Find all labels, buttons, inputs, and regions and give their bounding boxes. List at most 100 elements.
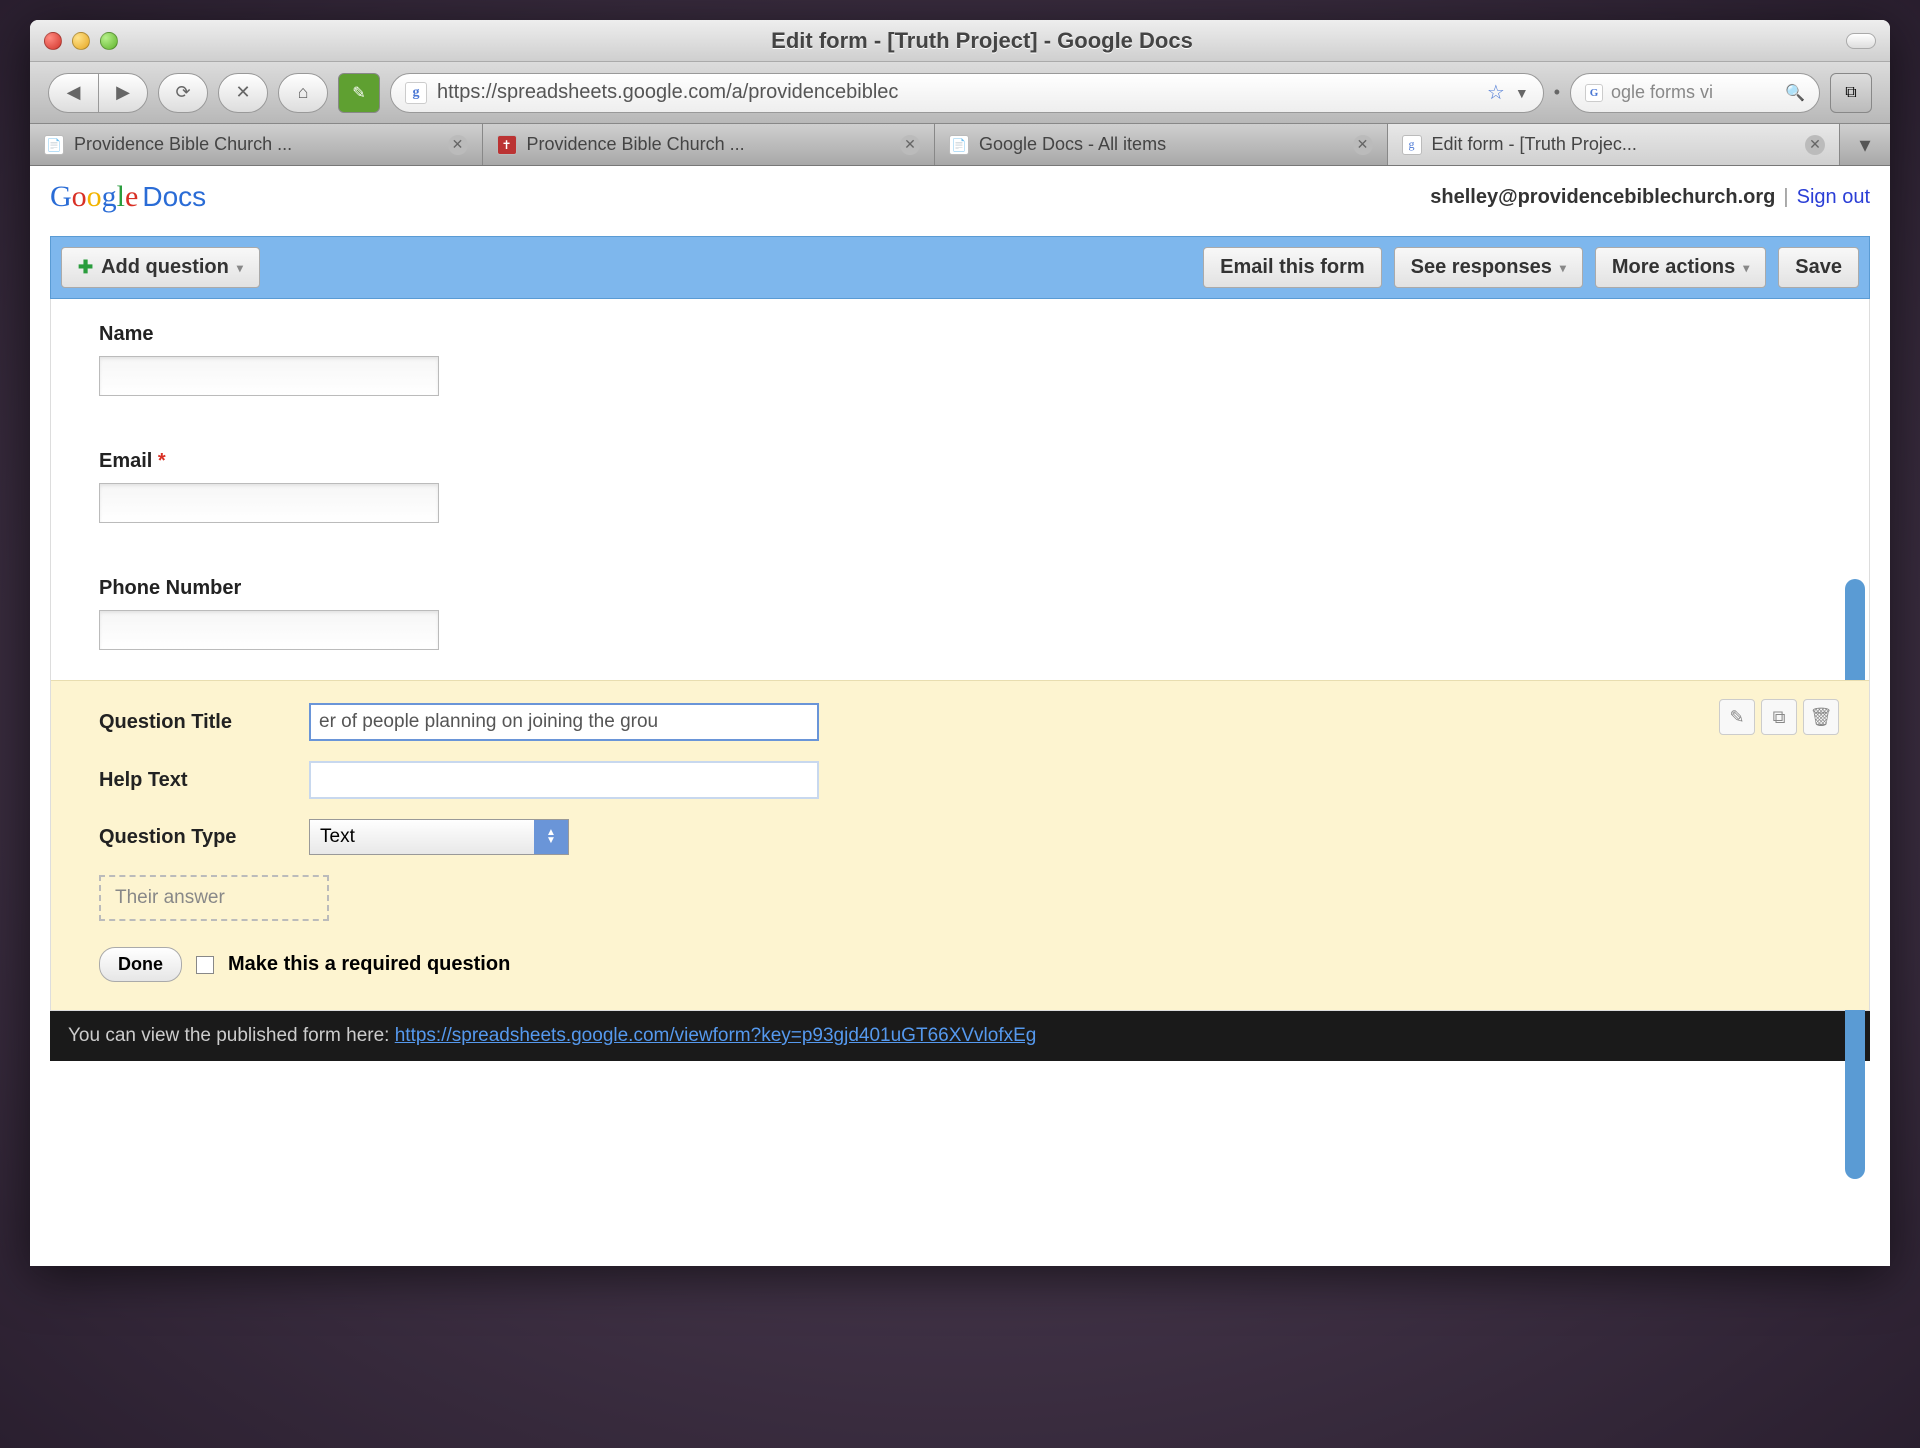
duplicate-icon[interactable]: ⧉: [1761, 699, 1797, 735]
page-content: Google Docs shelley@providencebiblechurc…: [30, 166, 1890, 1266]
form-field-name: Name: [51, 299, 1869, 426]
tab-bar: 📄 Providence Bible Church ... ✕ ✝ Provid…: [30, 124, 1890, 166]
page-icon: 📄: [44, 135, 64, 155]
tab-overview-button[interactable]: ⧉: [1830, 73, 1872, 113]
email-input[interactable]: [99, 483, 439, 523]
stop-button[interactable]: ✕: [218, 73, 268, 113]
dropdown-icon[interactable]: ▼: [1515, 85, 1529, 101]
required-asterisk: *: [158, 450, 166, 472]
done-button[interactable]: Done: [99, 947, 182, 982]
more-actions-button[interactable]: More actions▾: [1595, 247, 1766, 288]
caret-down-icon: ▾: [237, 261, 243, 275]
delete-icon[interactable]: 🗑: [1803, 699, 1839, 735]
nav-back-forward: ◀ ▶: [48, 73, 148, 113]
google-docs-header: Google Docs shelley@providencebiblechurc…: [30, 166, 1890, 222]
bookmark-star-icon[interactable]: ☆: [1487, 80, 1505, 105]
forward-button[interactable]: ▶: [98, 73, 148, 113]
new-tab-button[interactable]: ▾: [1840, 124, 1890, 165]
add-question-button[interactable]: ✚ Add question ▾: [61, 247, 260, 288]
tab-3-active[interactable]: g Edit form - [Truth Projec... ✕: [1388, 124, 1841, 165]
tab-label: Providence Bible Church ...: [527, 134, 891, 155]
url-text: https://spreadsheets.google.com/a/provid…: [437, 81, 1477, 104]
tab-close-icon[interactable]: ✕: [1353, 135, 1373, 155]
answer-placeholder-box: Their answer: [99, 875, 329, 921]
tab-label: Edit form - [Truth Projec...: [1432, 134, 1796, 155]
search-box[interactable]: G ogle forms vi 🔍: [1570, 73, 1820, 113]
caret-down-icon: ▾: [1560, 261, 1566, 275]
select-arrows-icon: ▲▼: [534, 820, 568, 854]
question-type-label: Question Type: [99, 826, 309, 849]
minimize-window-button[interactable]: [72, 32, 90, 50]
field-label-name: Name: [99, 323, 1821, 346]
address-bar[interactable]: g https://spreadsheets.google.com/a/prov…: [390, 73, 1544, 113]
help-text-label: Help Text: [99, 769, 309, 792]
home-button[interactable]: ⌂: [278, 73, 328, 113]
question-type-select[interactable]: Text ▲▼: [309, 819, 569, 855]
tab-close-icon[interactable]: ✕: [1805, 135, 1825, 155]
help-text-input[interactable]: [309, 761, 819, 799]
question-title-input[interactable]: [309, 703, 819, 741]
back-button[interactable]: ◀: [48, 73, 98, 113]
google-logo: Google: [50, 180, 138, 214]
site-favicon: g: [405, 82, 427, 104]
reload-icon: ⟳: [175, 82, 190, 103]
tab-0[interactable]: 📄 Providence Bible Church ... ✕: [30, 124, 483, 165]
google-search-icon: G: [1585, 84, 1603, 102]
page-icon: g: [1402, 135, 1422, 155]
arrow-right-icon: ▶: [116, 82, 130, 103]
email-form-button[interactable]: Email this form: [1203, 247, 1381, 288]
required-checkbox[interactable]: [196, 956, 214, 974]
titlebar: Edit form - [Truth Project] - Google Doc…: [30, 20, 1890, 62]
field-label-email: Email *: [99, 450, 1821, 473]
tab-close-icon[interactable]: ✕: [448, 135, 468, 155]
arrow-left-icon: ◀: [67, 82, 81, 103]
reload-button[interactable]: ⟳: [158, 73, 208, 113]
form-field-email: Email *: [51, 426, 1869, 553]
browser-window: Edit form - [Truth Project] - Google Doc…: [30, 20, 1890, 1266]
page-icon: ✝: [497, 135, 517, 155]
magnifier-icon: 🔍: [1785, 83, 1805, 103]
published-form-footer: You can view the published form here: ht…: [50, 1011, 1870, 1061]
zoom-window-button[interactable]: [100, 32, 118, 50]
page-icon: 📄: [949, 135, 969, 155]
plus-icon: ✚: [78, 257, 93, 278]
toolbar-toggle-button[interactable]: [1846, 33, 1876, 49]
field-label-phone: Phone Number: [99, 577, 1821, 600]
separator-dot: •: [1554, 82, 1560, 103]
edit-icon[interactable]: ✎: [1719, 699, 1755, 735]
required-checkbox-label: Make this a required question: [228, 953, 510, 976]
form-action-bar: ✚ Add question ▾ Email this form See res…: [50, 236, 1870, 299]
tab-label: Providence Bible Church ...: [74, 134, 438, 155]
question-type-value: Text: [320, 826, 355, 848]
browser-toolbar: ◀ ▶ ⟳ ✕ ⌂ ✎ g https://spreadsheets.googl…: [30, 62, 1890, 124]
see-responses-button[interactable]: See responses▾: [1394, 247, 1583, 288]
footer-prefix: You can view the published form here:: [68, 1025, 395, 1046]
traffic-lights: [44, 32, 118, 50]
tab-label: Google Docs - All items: [979, 134, 1343, 155]
close-window-button[interactable]: [44, 32, 62, 50]
caret-down-icon: ▾: [1743, 261, 1749, 275]
question-type-row: Question Type Text ▲▼: [99, 819, 1821, 855]
add-question-label: Add question: [101, 256, 229, 279]
save-button[interactable]: Save: [1778, 247, 1859, 288]
question-title-row: Question Title: [99, 703, 1821, 741]
user-email: shelley@providencebiblechurch.org: [1430, 186, 1775, 209]
editor-footer-row: Done Make this a required question: [99, 947, 1821, 982]
window-title: Edit form - [Truth Project] - Google Doc…: [118, 28, 1846, 54]
form-canvas: ▲ ▼ Name Email * Phone Number ✎ ⧉ 🗑: [50, 299, 1870, 1011]
close-icon: ✕: [235, 82, 250, 103]
evernote-button[interactable]: ✎: [338, 73, 380, 113]
published-form-link[interactable]: https://spreadsheets.google.com/viewform…: [395, 1025, 1037, 1046]
docs-label: Docs: [142, 181, 206, 213]
question-title-label: Question Title: [99, 711, 309, 734]
name-input[interactable]: [99, 356, 439, 396]
home-icon: ⌂: [298, 82, 309, 103]
phone-input[interactable]: [99, 610, 439, 650]
tab-close-icon[interactable]: ✕: [900, 135, 920, 155]
tab-2[interactable]: 📄 Google Docs - All items ✕: [935, 124, 1388, 165]
search-placeholder: ogle forms vi: [1611, 82, 1777, 103]
tab-1[interactable]: ✝ Providence Bible Church ... ✕: [483, 124, 936, 165]
editor-action-icons: ✎ ⧉ 🗑: [1719, 699, 1839, 735]
sign-out-link[interactable]: Sign out: [1797, 186, 1870, 209]
help-text-row: Help Text: [99, 761, 1821, 799]
